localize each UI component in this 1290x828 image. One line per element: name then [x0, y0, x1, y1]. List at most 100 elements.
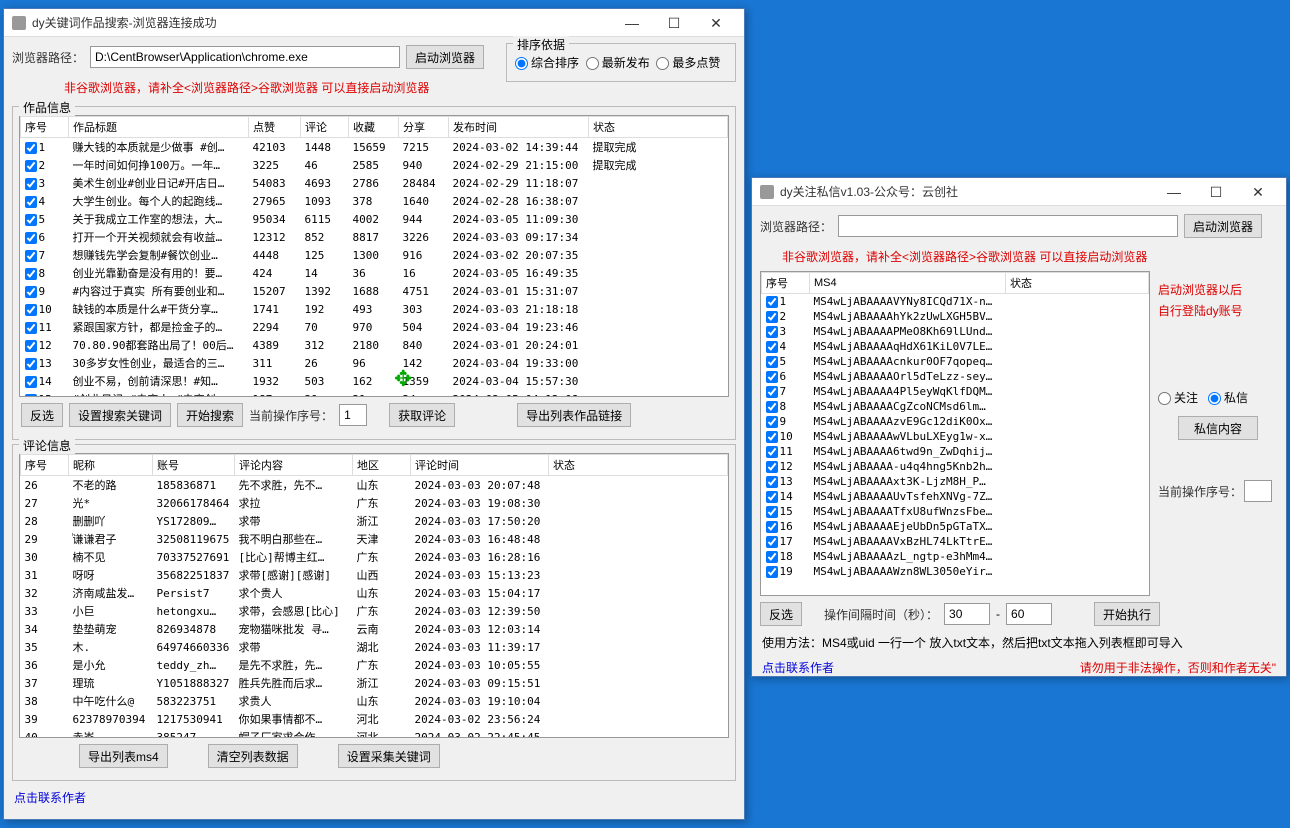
- row-checkbox[interactable]: [25, 142, 37, 154]
- table-row[interactable]: 28删删吖YS172809…求带浙江2024-03-03 17:50:20: [21, 512, 728, 530]
- row-checkbox[interactable]: [766, 446, 778, 458]
- table-row[interactable]: 11MS4wLjABAAAA6twd9n_ZwDqhij…: [762, 444, 1149, 459]
- column-header[interactable]: 状态: [1006, 273, 1149, 294]
- row-checkbox[interactable]: [25, 160, 37, 172]
- row-checkbox[interactable]: [766, 416, 778, 428]
- row-checkbox[interactable]: [766, 521, 778, 533]
- comments-table-wrap[interactable]: 序号昵称账号评论内容地区评论时间状态 26不老的路185836871先不求胜，先…: [19, 453, 729, 738]
- row-checkbox[interactable]: [766, 431, 778, 443]
- dm-content-button[interactable]: 私信内容: [1178, 416, 1258, 440]
- table-row[interactable]: 38中午吃什么@583223751求贵人山东2024-03-03 19:10:0…: [21, 692, 728, 710]
- table-row[interactable]: 10缺钱的本质是什么#干货分享…17411924933032024-03-03 …: [21, 300, 728, 318]
- table-row[interactable]: 8创业光靠勤奋是没有用的！要…4241436162024-03-05 16:49…: [21, 264, 728, 282]
- table-row[interactable]: 1270.80.90都套路出局了！00后…438931221808402024-…: [21, 336, 728, 354]
- row-checkbox[interactable]: [766, 401, 778, 413]
- minimize-button[interactable]: —: [1154, 180, 1194, 204]
- column-header[interactable]: 收藏: [349, 117, 399, 138]
- table-row[interactable]: 32济南咸盐发…Persist7求个贵人山东2024-03-03 15:04:1…: [21, 584, 728, 602]
- row-checkbox[interactable]: [25, 268, 37, 280]
- clear-list-button[interactable]: 清空列表数据: [208, 744, 298, 768]
- row-checkbox[interactable]: [25, 178, 37, 190]
- column-header[interactable]: 评论内容: [235, 455, 353, 476]
- table-row[interactable]: 31呀呀35682251837求带[感谢][感谢]山西2024-03-03 15…: [21, 566, 728, 584]
- row-checkbox[interactable]: [766, 506, 778, 518]
- table-row[interactable]: 18MS4wLjABAAAAzL_ngtp-e3hMm4…: [762, 549, 1149, 564]
- table-row[interactable]: 16MS4wLjABAAAAEjeUbDn5pGTaTX…: [762, 519, 1149, 534]
- table-row[interactable]: 1330多岁女性创业，最适合的三…31126961422024-03-04 19…: [21, 354, 728, 372]
- table-row[interactable]: 6打开一个开关视频就会有收益…12312852881732262024-03-0…: [21, 228, 728, 246]
- current-seq-input[interactable]: [1244, 480, 1272, 502]
- start-browser-button[interactable]: 启动浏览器: [1184, 214, 1262, 238]
- table-row[interactable]: 33小巨hetongxu…求带，会感恩[比心]广东2024-03-03 12:3…: [21, 602, 728, 620]
- row-checkbox[interactable]: [25, 322, 37, 334]
- start-browser-button[interactable]: 启动浏览器: [406, 45, 484, 69]
- row-checkbox[interactable]: [25, 250, 37, 262]
- table-row[interactable]: 17MS4wLjABAAAAVxBzHL74LkTtrE…: [762, 534, 1149, 549]
- export-work-links-button[interactable]: 导出列表作品链接: [517, 403, 631, 427]
- table-row[interactable]: 26不老的路185836871先不求胜，先不…山东2024-03-03 20:0…: [21, 476, 728, 495]
- table-row[interactable]: 15#创业日记 #电商人 #电商创…1873921242024-03-05 04…: [21, 390, 728, 397]
- row-checkbox[interactable]: [25, 214, 37, 226]
- table-row[interactable]: 4大学生创业。每个人的起跑线…27965109337816402024-02-2…: [21, 192, 728, 210]
- table-row[interactable]: 2MS4wLjABAAAAhYk2zUwLXGH5BV…: [762, 309, 1149, 324]
- row-checkbox[interactable]: [25, 304, 37, 316]
- start-search-button[interactable]: 开始搜索: [177, 403, 243, 427]
- set-search-keyword-button[interactable]: 设置搜索关键词: [69, 403, 171, 427]
- works-table-wrap[interactable]: 序号作品标题点赞评论收藏分享发布时间状态 1赚大钱的本质就是少做事 #创…421…: [19, 115, 729, 397]
- maximize-button[interactable]: ☐: [1196, 180, 1236, 204]
- table-row[interactable]: 1赚大钱的本质就是少做事 #创…4210314481565972152024-0…: [21, 138, 728, 157]
- browser-path-input[interactable]: [838, 215, 1178, 237]
- row-checkbox[interactable]: [766, 551, 778, 563]
- column-header[interactable]: 状态: [589, 117, 728, 138]
- table-row[interactable]: 3MS4wLjABAAAAPMeO8Kh69lLUnd…: [762, 324, 1149, 339]
- table-row[interactable]: 7MS4wLjABAAAA4Pl5eyWqKlfDQM…: [762, 384, 1149, 399]
- row-checkbox[interactable]: [766, 326, 778, 338]
- current-seq-input[interactable]: [339, 404, 367, 426]
- column-header[interactable]: 账号: [153, 455, 235, 476]
- table-row[interactable]: 9MS4wLjABAAAAzvE9Gc12diK0Ox…: [762, 414, 1149, 429]
- row-checkbox[interactable]: [25, 376, 37, 388]
- table-row[interactable]: 15MS4wLjABAAAATfxU8ufWnzsFbe…: [762, 504, 1149, 519]
- row-checkbox[interactable]: [766, 476, 778, 488]
- invert-select-button[interactable]: 反选: [760, 602, 802, 626]
- table-row[interactable]: 6MS4wLjABAAAAOrl5dTeLzz-sey…: [762, 369, 1149, 384]
- table-row[interactable]: 34垫垫萌宠826934878宠物猫咪批发 寻…云南2024-03-03 12:…: [21, 620, 728, 638]
- table-row[interactable]: 29ᷝ谦谦君子32508119675我不明白那些在…天津2024-03-03 1…: [21, 530, 728, 548]
- column-header[interactable]: 序号: [762, 273, 810, 294]
- contact-author-link[interactable]: 点击联系作者: [762, 659, 834, 676]
- browser-path-input[interactable]: [90, 46, 400, 68]
- column-header[interactable]: 点赞: [249, 117, 301, 138]
- get-comments-button[interactable]: 获取评论: [389, 403, 455, 427]
- column-header[interactable]: MS4: [810, 273, 1006, 294]
- table-row[interactable]: 7想赚钱先学会复制#餐饮创业…444812513009162024-03-02 …: [21, 246, 728, 264]
- titlebar[interactable]: dy关键词作品搜索-浏览器连接成功 — ☐ ✕: [4, 9, 744, 37]
- column-header[interactable]: 评论: [301, 117, 349, 138]
- export-ms4-button[interactable]: 导出列表ms4: [79, 744, 168, 768]
- interval-min-input[interactable]: [944, 603, 990, 625]
- row-checkbox[interactable]: [766, 311, 778, 323]
- sort-radio-likes[interactable]: 最多点赞: [656, 56, 720, 70]
- sort-radio-comprehensive[interactable]: 综合排序: [515, 56, 579, 70]
- set-collect-keyword-button[interactable]: 设置采集关键词: [338, 744, 440, 768]
- row-checkbox[interactable]: [766, 461, 778, 473]
- row-checkbox[interactable]: [766, 296, 778, 308]
- table-row[interactable]: 5MS4wLjABAAAAcnkur0OF7qopeq…: [762, 354, 1149, 369]
- table-row[interactable]: 13MS4wLjABAAAAxt3K-LjzM8H_P…: [762, 474, 1149, 489]
- titlebar[interactable]: dy关注私信v1.03-公众号：云创社 — ☐ ✕: [752, 178, 1286, 206]
- row-checkbox[interactable]: [25, 196, 37, 208]
- column-header[interactable]: 地区: [353, 455, 411, 476]
- column-header[interactable]: 状态: [549, 455, 728, 476]
- maximize-button[interactable]: ☐: [654, 11, 694, 35]
- table-row[interactable]: 4MS4wLjABAAAAqHdX61KiL0V7LE…: [762, 339, 1149, 354]
- row-checkbox[interactable]: [766, 371, 778, 383]
- table-row[interactable]: 27光*32066178464求拉广东2024-03-03 19:08:30: [21, 494, 728, 512]
- table-row[interactable]: 5关于我成立工作室的想法，大…95034611540029442024-03-0…: [21, 210, 728, 228]
- row-checkbox[interactable]: [766, 356, 778, 368]
- row-checkbox[interactable]: [25, 340, 37, 352]
- table-row[interactable]: 14MS4wLjABAAAAUvTsfehXNVg-7Z…: [762, 489, 1149, 504]
- radio-dm[interactable]: 私信: [1208, 391, 1248, 405]
- table-row[interactable]: 40赤岺385247…帽子厂家求合作河北2024-03-02 22:45:45: [21, 728, 728, 738]
- close-button[interactable]: ✕: [1238, 180, 1278, 204]
- table-row[interactable]: 19MS4wLjABAAAAWzn8WL3050eYir…: [762, 564, 1149, 579]
- ms4-table-wrap[interactable]: 序号MS4状态 1MS4wLjABAAAAVYNy8ICQd71X-n…2MS4…: [760, 271, 1150, 596]
